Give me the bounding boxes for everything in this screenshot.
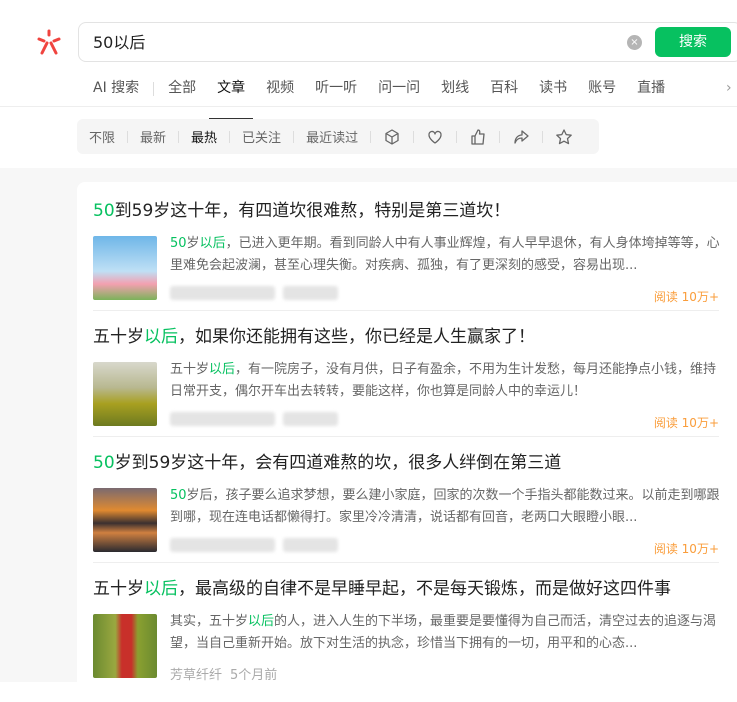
result-thumbnail[interactable] xyxy=(93,362,157,426)
search-button[interactable]: 搜索 xyxy=(655,27,731,57)
title-segment: 以后 xyxy=(144,327,178,347)
read-count: 阅读 10万+ xyxy=(653,290,719,304)
title-segment: 五十岁 xyxy=(93,579,144,599)
result-meta: 芳草纤纤 5个月前 xyxy=(170,664,277,683)
result-item[interactable]: 五十岁以后，如果你还能拥有这些，你已经是人生赢家了！ 五十岁以后，有一院房子，没有… xyxy=(93,322,719,430)
result-meta xyxy=(170,286,338,300)
filter-divider xyxy=(127,130,129,143)
cube-icon[interactable] xyxy=(383,128,401,146)
search-input[interactable] xyxy=(93,31,593,50)
result-divider xyxy=(93,436,719,437)
divider xyxy=(0,106,737,107)
heart-icon[interactable] xyxy=(426,128,444,146)
thumbs-up-icon[interactable] xyxy=(469,128,487,146)
title-segment: 岁到59岁这十年，会有四道难熬的坎，很多人绊倒在第三道 xyxy=(114,453,562,473)
source-name[interactable]: 芳草纤纤 xyxy=(170,664,222,683)
blurred-source xyxy=(170,538,275,552)
tab-9[interactable]: 账号 xyxy=(588,78,616,106)
summary-segment: ，有一院房子，没有月供，日子有盈余，不用为生计发愁，每月还能挣点小钱，维持日常开… xyxy=(170,362,717,399)
chevron-right-icon[interactable]: › xyxy=(726,80,732,96)
result-title[interactable]: 50岁到59岁这十年，会有四道难熬的坎，很多人绊倒在第三道 xyxy=(93,448,719,473)
clear-search-icon[interactable]: × xyxy=(627,35,642,50)
result-thumbnail[interactable] xyxy=(93,488,157,552)
result-divider xyxy=(93,310,719,311)
result-title[interactable]: 五十岁以后，如果你还能拥有这些，你已经是人生赢家了！ xyxy=(93,322,719,347)
tab-2[interactable]: 文章 xyxy=(209,78,254,120)
blurred-time xyxy=(283,412,338,426)
read-count: 阅读 10万+ xyxy=(653,542,719,556)
logo-icon xyxy=(37,29,61,55)
blurred-source xyxy=(170,286,275,300)
result-meta xyxy=(170,538,338,552)
filter-divider xyxy=(293,130,295,143)
category-tabs: AI 搜索 全部 文章 视频 听一听 问一问 划线 百科 读书 账号 直播 xyxy=(93,78,686,120)
result-meta xyxy=(170,412,338,426)
tab-4[interactable]: 听一听 xyxy=(315,78,357,106)
read-count: 阅读 10万+ xyxy=(653,416,719,430)
tab-7[interactable]: 百科 xyxy=(490,78,518,106)
summary-segment: 50 xyxy=(170,236,187,251)
title-segment: ，如果你还能拥有这些，你已经是人生赢家了！ xyxy=(178,327,535,347)
result-summary: 50岁后，孩子要么追求梦想，要么建小家庭，回家的次数一个手指头都能数过来。以前走… xyxy=(170,485,720,529)
tab-8[interactable]: 读书 xyxy=(539,78,567,106)
tab-6[interactable]: 划线 xyxy=(441,78,469,106)
title-segment: 到59岁这十年，有四道坎很难熬，特别是第三道坎！ xyxy=(114,201,511,221)
results-list: 50到59岁这十年，有四道坎很难熬，特别是第三道坎！ 50岁以后，已进入更年期。看… xyxy=(77,182,737,702)
title-segment: 以后 xyxy=(144,579,178,599)
result-summary: 其实，五十岁以后的人，进入人生的下半场，最重要是要懂得为自己而活，清空过去的追逐… xyxy=(170,611,720,655)
filter-divider xyxy=(370,130,372,143)
tab-0[interactable]: AI 搜索 xyxy=(93,78,139,106)
summary-segment: 以后 xyxy=(199,236,226,251)
result-item[interactable]: 50到59岁这十年，有四道坎很难熬，特别是第三道坎！ 50岁以后，已进入更年期。看… xyxy=(93,196,720,304)
result-title[interactable]: 50到59岁这十年，有四道坎很难熬，特别是第三道坎！ xyxy=(93,196,719,221)
tab-1[interactable]: 全部 xyxy=(168,78,196,106)
filter-divider xyxy=(499,130,501,143)
filter-2[interactable]: 最热 xyxy=(191,127,217,146)
blurred-time xyxy=(283,538,338,552)
result-summary: 50岁以后，已进入更年期。看到同龄人中有人事业辉煌，有人早早退休，有人身体垮掉等… xyxy=(170,233,720,277)
result-title[interactable]: 五十岁以后，最高级的自律不是早睡早起，不是每天锻炼，而是做好这四件事 xyxy=(93,574,719,599)
summary-segment: 岁后，孩子要么追求梦想，要么建小家庭，回家的次数一个手指头都能数过来。以前走到哪… xyxy=(170,488,720,525)
title-segment: 50 xyxy=(93,453,115,473)
result-thumbnail[interactable] xyxy=(93,614,157,678)
summary-segment: 其实，五十岁 xyxy=(170,614,249,629)
result-thumbnail[interactable] xyxy=(93,236,157,300)
filter-4[interactable]: 最近读过 xyxy=(306,127,358,146)
result-divider xyxy=(93,562,719,563)
tab-divider xyxy=(153,82,155,96)
filter-divider xyxy=(413,130,415,143)
share-icon[interactable] xyxy=(512,128,530,146)
result-item[interactable]: 五十岁以后，最高级的自律不是早睡早起，不是每天锻炼，而是做好这四件事 其实，五十岁… xyxy=(93,574,719,683)
publish-time: 5个月前 xyxy=(230,668,278,683)
title-segment: 50 xyxy=(93,201,115,221)
tab-10[interactable]: 直播 xyxy=(637,78,665,106)
filter-1[interactable]: 最新 xyxy=(140,127,166,146)
filter-divider xyxy=(178,130,180,143)
star-icon[interactable] xyxy=(555,128,573,146)
summary-segment: 岁 xyxy=(186,236,200,251)
filter-divider xyxy=(229,130,231,143)
summary-segment: 以后 xyxy=(248,614,275,629)
search-bar: × 搜索 xyxy=(78,22,737,62)
filter-0[interactable]: 不限 xyxy=(89,127,115,146)
tab-5[interactable]: 问一问 xyxy=(378,78,420,106)
filter-bar: 不限 最新 最热 已关注 最近读过 xyxy=(77,119,599,154)
filter-divider xyxy=(456,130,458,143)
result-summary: 五十岁以后，有一院房子，没有月供，日子有盈余，不用为生计发愁，每月还能挣点小钱，… xyxy=(170,359,720,403)
summary-segment: ，已进入更年期。看到同龄人中有人事业辉煌，有人早早退休，有人身体垮掉等等，心里难… xyxy=(170,236,720,273)
summary-segment: 五十岁 xyxy=(170,362,210,377)
summary-segment: 以后 xyxy=(209,362,236,377)
filter-3[interactable]: 已关注 xyxy=(242,127,281,146)
blurred-time xyxy=(283,286,338,300)
result-item[interactable]: 50岁到59岁这十年，会有四道难熬的坎，很多人绊倒在第三道 50岁后，孩子要么追求… xyxy=(93,448,720,556)
title-segment: 五十岁 xyxy=(93,327,144,347)
title-segment: ，最高级的自律不是早睡早起，不是每天锻炼，而是做好这四件事 xyxy=(178,579,671,599)
summary-segment: 50 xyxy=(170,488,187,503)
blurred-source xyxy=(170,412,275,426)
tab-3[interactable]: 视频 xyxy=(266,78,294,106)
filter-divider xyxy=(542,130,544,143)
